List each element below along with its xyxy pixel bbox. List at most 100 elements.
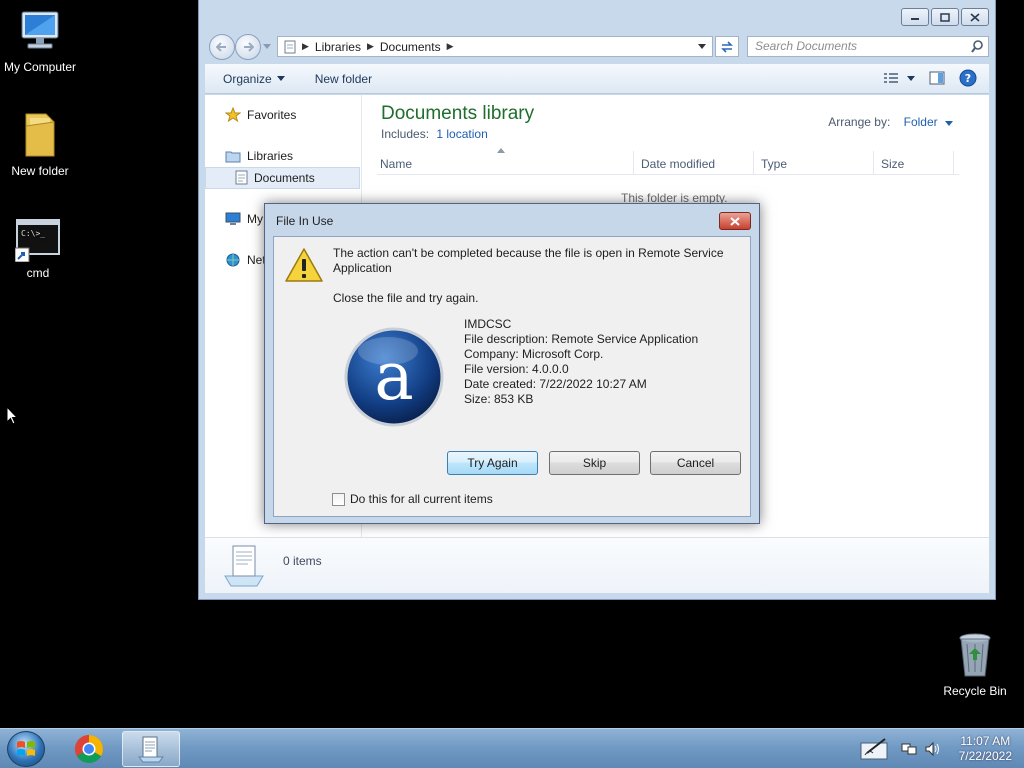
taskbar-clock[interactable]: 11:07 AM 7/22/2022 xyxy=(959,734,1012,764)
column-divider[interactable] xyxy=(753,151,754,175)
arrange-by: Arrange by: Folder xyxy=(828,115,953,129)
network-tray-icon[interactable] xyxy=(901,741,917,757)
nav-item-my-computer[interactable]: My xyxy=(225,212,263,226)
refresh-button[interactable] xyxy=(715,36,739,57)
nav-label: My xyxy=(247,212,263,226)
organize-button[interactable]: Organize xyxy=(223,72,285,86)
breadcrumb-item-libraries[interactable]: Libraries xyxy=(315,40,361,54)
breadcrumb-separator-icon: ▶ xyxy=(366,41,374,51)
try-again-button[interactable]: Try Again xyxy=(447,451,538,475)
application-logo-icon: a xyxy=(344,327,444,427)
recycle-bin-icon xyxy=(959,633,991,677)
clock-date: 7/22/2022 xyxy=(958,749,1012,763)
breadcrumb-item-documents[interactable]: Documents xyxy=(380,40,441,54)
new-folder-label: New folder xyxy=(314,71,373,86)
view-list-icon xyxy=(884,73,898,83)
address-bar[interactable]: ▶ Libraries ▶ Documents ▶ xyxy=(277,36,713,57)
nav-item-libraries[interactable]: Libraries xyxy=(225,149,293,163)
file-size: Size: 853 KB xyxy=(464,392,534,406)
column-headers: Name Date modified Type Size xyxy=(377,148,959,175)
close-button[interactable] xyxy=(961,8,989,26)
window-controls xyxy=(901,8,989,26)
library-title: Documents library xyxy=(381,103,535,124)
arrange-by-dropdown[interactable]: Folder xyxy=(904,115,953,129)
arrange-value: Folder xyxy=(903,115,938,129)
change-view-button[interactable] xyxy=(883,72,915,84)
cancel-button[interactable]: Cancel xyxy=(650,451,741,475)
library-document-icon xyxy=(224,545,264,587)
windows-logo-icon xyxy=(17,741,35,756)
start-button[interactable] xyxy=(7,731,45,767)
volume-icon[interactable] xyxy=(925,741,941,757)
svg-text:?: ? xyxy=(965,72,971,85)
column-divider[interactable] xyxy=(873,151,874,175)
item-count: 0 items xyxy=(283,554,322,568)
folder-icon xyxy=(25,113,55,157)
address-row: ▶ Libraries ▶ Documents ▶ Search Documen… xyxy=(205,32,989,60)
close-icon xyxy=(730,216,740,226)
details-pane: 0 items xyxy=(205,537,989,593)
network-icon xyxy=(226,253,240,267)
column-header-size[interactable]: Size xyxy=(881,157,904,171)
column-divider[interactable] xyxy=(633,151,634,175)
dialog-sub-message: Close the file and try again. xyxy=(333,291,479,305)
command-bar: Organize New folder ? xyxy=(205,64,989,94)
recent-pages-chevron-icon[interactable] xyxy=(263,44,271,50)
search-icon xyxy=(971,40,983,53)
library-includes: Includes: 1 location xyxy=(381,127,488,141)
libraries-icon xyxy=(225,151,241,163)
file-info: IMDCSC File description: Remote Service … xyxy=(464,317,698,407)
sort-ascending-icon xyxy=(497,148,505,153)
includes-location-link[interactable]: 1 location xyxy=(436,127,487,141)
desktop-icon-label: cmd xyxy=(26,266,50,280)
search-input[interactable]: Search Documents xyxy=(747,36,989,57)
back-button[interactable] xyxy=(209,34,235,60)
preview-pane-icon[interactable] xyxy=(929,71,945,85)
desktop-icon-recycle-bin[interactable]: Recycle Bin xyxy=(935,630,1015,698)
column-header-name[interactable]: Name xyxy=(380,157,412,171)
desktop-icon-my-computer[interactable]: My Computer xyxy=(0,8,80,74)
computer-icon xyxy=(225,212,241,225)
nav-item-documents[interactable]: Documents xyxy=(235,170,315,185)
nav-item-network[interactable]: Net xyxy=(225,253,266,267)
chevron-down-icon xyxy=(276,76,285,81)
nav-item-favorites[interactable]: Favorites xyxy=(225,107,296,122)
help-icon[interactable]: ? xyxy=(959,69,977,87)
apply-all-checkbox[interactable] xyxy=(332,492,345,506)
mouse-cursor-icon xyxy=(6,406,18,425)
svg-text:C:\>_: C:\>_ xyxy=(21,229,45,238)
document-icon xyxy=(235,170,248,185)
includes-label: Includes: xyxy=(381,127,430,141)
column-header-date-modified[interactable]: Date modified xyxy=(641,157,715,171)
new-folder-button[interactable]: New folder xyxy=(315,72,372,86)
library-icon xyxy=(284,40,296,53)
dialog-close-button[interactable] xyxy=(719,212,751,230)
restore-icon xyxy=(940,12,950,22)
restore-button[interactable] xyxy=(931,8,959,26)
column-header-type[interactable]: Type xyxy=(761,157,787,171)
skip-button[interactable]: Skip xyxy=(549,451,640,475)
taskbar-chrome[interactable] xyxy=(60,731,118,767)
desktop-icon-new-folder[interactable]: New folder xyxy=(0,110,80,178)
chevron-down-icon xyxy=(945,121,953,126)
search-placeholder: Search Documents xyxy=(755,39,858,53)
desktop-icon-label: Recycle Bin xyxy=(943,684,1007,698)
chrome-icon xyxy=(75,735,103,763)
column-divider[interactable] xyxy=(953,151,954,175)
toolbar-right: ? xyxy=(883,69,977,87)
nav-label: Net xyxy=(247,253,266,267)
desktop-icon-cmd[interactable]: C:\>_ cmd xyxy=(0,218,78,280)
taskbar-explorer[interactable] xyxy=(122,731,180,767)
svg-text:a: a xyxy=(374,338,413,415)
apply-all-checkbox-row[interactable]: Do this for all current items xyxy=(332,492,493,506)
taskbar: 11:07 AM 7/22/2022 xyxy=(0,728,1024,768)
action-center-icon[interactable] xyxy=(859,737,893,761)
warning-icon xyxy=(285,248,323,282)
address-dropdown-icon[interactable] xyxy=(698,44,706,50)
organize-label: Organize xyxy=(223,71,272,86)
file-description: File description: Remote Service Applica… xyxy=(464,332,699,346)
file-name: IMDCSC xyxy=(464,317,512,331)
command-prompt-icon: C:\>_ xyxy=(15,219,60,262)
minimize-button[interactable] xyxy=(901,8,929,26)
forward-button[interactable] xyxy=(235,34,261,60)
